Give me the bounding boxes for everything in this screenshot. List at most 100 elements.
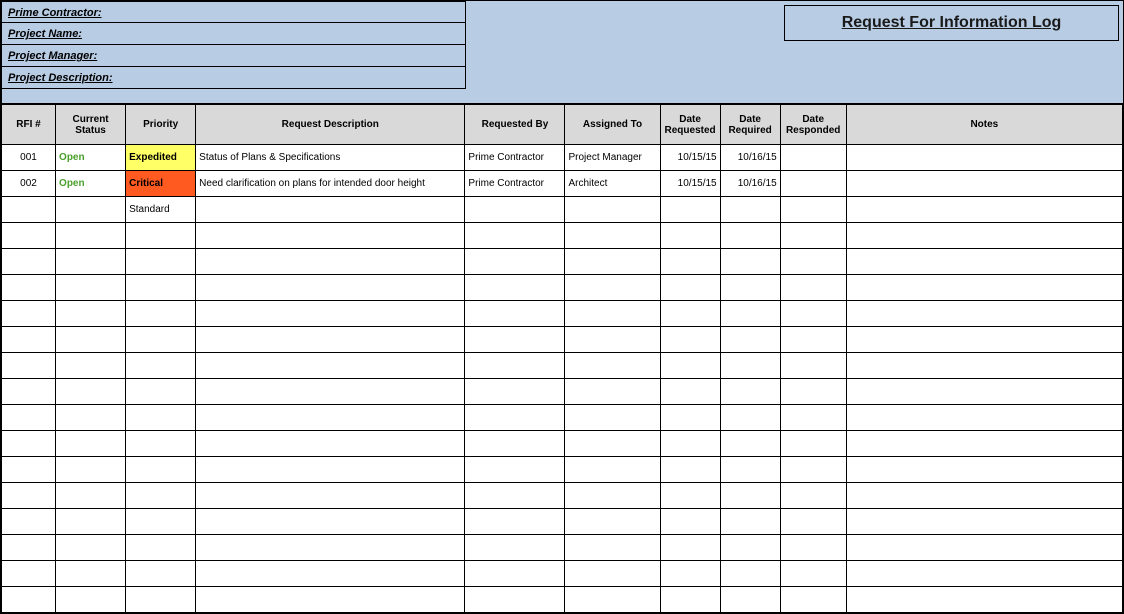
empty-cell[interactable] bbox=[780, 301, 846, 327]
cell-date-responded[interactable] bbox=[780, 145, 846, 171]
empty-cell[interactable] bbox=[846, 353, 1122, 379]
empty-cell[interactable] bbox=[126, 431, 196, 457]
cell-assigned-to[interactable]: Project Manager bbox=[565, 145, 660, 171]
empty-cell[interactable] bbox=[720, 327, 780, 353]
empty-cell[interactable] bbox=[465, 301, 565, 327]
empty-cell[interactable] bbox=[565, 353, 660, 379]
empty-cell[interactable] bbox=[56, 587, 126, 613]
empty-cell[interactable] bbox=[126, 483, 196, 509]
empty-cell[interactable] bbox=[196, 457, 465, 483]
empty-cell[interactable] bbox=[196, 249, 465, 275]
empty-cell[interactable] bbox=[465, 223, 565, 249]
empty-cell[interactable] bbox=[780, 275, 846, 301]
empty-cell[interactable] bbox=[56, 301, 126, 327]
empty-cell[interactable] bbox=[780, 405, 846, 431]
cell-date-requested[interactable] bbox=[660, 197, 720, 223]
cell-status[interactable]: Open bbox=[56, 145, 126, 171]
empty-cell[interactable] bbox=[660, 431, 720, 457]
empty-cell[interactable] bbox=[565, 405, 660, 431]
empty-cell[interactable] bbox=[720, 405, 780, 431]
empty-cell[interactable] bbox=[126, 275, 196, 301]
empty-cell[interactable] bbox=[196, 509, 465, 535]
empty-cell[interactable] bbox=[565, 457, 660, 483]
cell-notes[interactable] bbox=[846, 197, 1122, 223]
cell-rfi[interactable]: 002 bbox=[2, 171, 56, 197]
empty-cell[interactable] bbox=[126, 457, 196, 483]
empty-cell[interactable] bbox=[56, 275, 126, 301]
empty-cell[interactable] bbox=[780, 249, 846, 275]
empty-cell[interactable] bbox=[660, 301, 720, 327]
empty-cell[interactable] bbox=[56, 535, 126, 561]
cell-rfi[interactable] bbox=[2, 197, 56, 223]
cell-date-requested[interactable]: 10/15/15 bbox=[660, 145, 720, 171]
empty-cell[interactable] bbox=[565, 275, 660, 301]
empty-cell[interactable] bbox=[720, 457, 780, 483]
cell-date-responded[interactable] bbox=[780, 197, 846, 223]
empty-cell[interactable] bbox=[56, 509, 126, 535]
empty-cell[interactable] bbox=[565, 301, 660, 327]
empty-cell[interactable] bbox=[2, 275, 56, 301]
empty-cell[interactable] bbox=[56, 327, 126, 353]
empty-cell[interactable] bbox=[126, 379, 196, 405]
empty-cell[interactable] bbox=[196, 301, 465, 327]
empty-cell[interactable] bbox=[196, 431, 465, 457]
empty-cell[interactable] bbox=[465, 405, 565, 431]
empty-cell[interactable] bbox=[780, 509, 846, 535]
empty-cell[interactable] bbox=[196, 587, 465, 613]
cell-requested-by[interactable]: Prime Contractor bbox=[465, 145, 565, 171]
empty-cell[interactable] bbox=[196, 353, 465, 379]
empty-cell[interactable] bbox=[565, 379, 660, 405]
empty-cell[interactable] bbox=[196, 405, 465, 431]
empty-cell[interactable] bbox=[465, 457, 565, 483]
cell-priority[interactable]: Critical bbox=[126, 171, 196, 197]
empty-cell[interactable] bbox=[56, 405, 126, 431]
empty-cell[interactable] bbox=[465, 353, 565, 379]
empty-cell[interactable] bbox=[660, 587, 720, 613]
empty-cell[interactable] bbox=[846, 223, 1122, 249]
cell-requested-by[interactable]: Prime Contractor bbox=[465, 171, 565, 197]
empty-cell[interactable] bbox=[660, 509, 720, 535]
empty-cell[interactable] bbox=[196, 327, 465, 353]
cell-date-required[interactable]: 10/16/15 bbox=[720, 171, 780, 197]
empty-cell[interactable] bbox=[465, 249, 565, 275]
empty-cell[interactable] bbox=[780, 431, 846, 457]
empty-cell[interactable] bbox=[56, 249, 126, 275]
empty-cell[interactable] bbox=[846, 535, 1122, 561]
cell-description[interactable] bbox=[196, 197, 465, 223]
empty-cell[interactable] bbox=[846, 431, 1122, 457]
empty-cell[interactable] bbox=[56, 223, 126, 249]
cell-priority[interactable]: Expedited bbox=[126, 145, 196, 171]
empty-cell[interactable] bbox=[465, 379, 565, 405]
empty-cell[interactable] bbox=[2, 249, 56, 275]
empty-cell[interactable] bbox=[660, 457, 720, 483]
empty-cell[interactable] bbox=[196, 483, 465, 509]
empty-cell[interactable] bbox=[126, 301, 196, 327]
empty-cell[interactable] bbox=[126, 223, 196, 249]
empty-cell[interactable] bbox=[565, 587, 660, 613]
empty-cell[interactable] bbox=[660, 275, 720, 301]
cell-assigned-to[interactable]: Architect bbox=[565, 171, 660, 197]
empty-cell[interactable] bbox=[196, 379, 465, 405]
empty-cell[interactable] bbox=[2, 301, 56, 327]
empty-cell[interactable] bbox=[846, 379, 1122, 405]
empty-cell[interactable] bbox=[56, 483, 126, 509]
empty-cell[interactable] bbox=[126, 327, 196, 353]
empty-cell[interactable] bbox=[846, 587, 1122, 613]
empty-cell[interactable] bbox=[846, 405, 1122, 431]
empty-cell[interactable] bbox=[465, 275, 565, 301]
cell-date-required[interactable] bbox=[720, 197, 780, 223]
empty-cell[interactable] bbox=[465, 587, 565, 613]
empty-cell[interactable] bbox=[465, 327, 565, 353]
empty-cell[interactable] bbox=[2, 457, 56, 483]
empty-cell[interactable] bbox=[2, 483, 56, 509]
empty-cell[interactable] bbox=[56, 431, 126, 457]
empty-cell[interactable] bbox=[720, 249, 780, 275]
empty-cell[interactable] bbox=[2, 535, 56, 561]
empty-cell[interactable] bbox=[846, 275, 1122, 301]
empty-cell[interactable] bbox=[56, 353, 126, 379]
empty-cell[interactable] bbox=[720, 535, 780, 561]
empty-cell[interactable] bbox=[720, 587, 780, 613]
empty-cell[interactable] bbox=[720, 483, 780, 509]
empty-cell[interactable] bbox=[2, 327, 56, 353]
empty-cell[interactable] bbox=[465, 483, 565, 509]
